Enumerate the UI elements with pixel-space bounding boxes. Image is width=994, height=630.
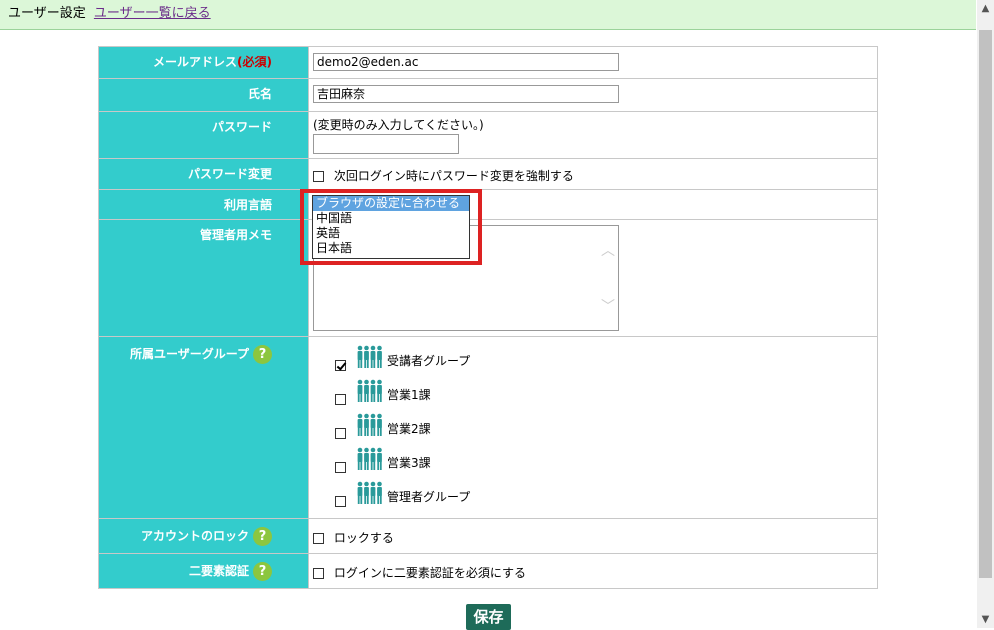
highlight-box bbox=[300, 189, 482, 265]
group-name: 受講者グループ bbox=[387, 354, 471, 368]
user-group-icon bbox=[357, 345, 383, 372]
two-factor-label: 二要素認証? bbox=[98, 553, 309, 589]
password-field[interactable] bbox=[313, 134, 459, 154]
email-field[interactable]: demo2@eden.ac bbox=[313, 53, 619, 71]
group-name: 管理者グループ bbox=[387, 490, 471, 504]
required-mark: (必須) bbox=[237, 55, 272, 69]
help-icon[interactable]: ? bbox=[253, 562, 272, 581]
scroll-up-arrow-icon[interactable]: ▲ bbox=[977, 0, 994, 17]
group-checkbox[interactable] bbox=[335, 462, 346, 473]
save-button[interactable]: 保存 bbox=[466, 604, 511, 630]
header-bar: ユーザー設定 ユーザー一覧に戻る bbox=[0, 0, 976, 30]
user-group-icon bbox=[357, 379, 383, 406]
email-label: メールアドレス(必須) bbox=[98, 46, 309, 79]
page-scrollbar[interactable]: ▲ ▼ bbox=[977, 0, 994, 628]
password-change-label: パスワード変更 bbox=[98, 158, 309, 190]
group-checkbox[interactable] bbox=[335, 428, 346, 439]
scroll-down-icon: ﹀ bbox=[601, 299, 615, 315]
scroll-down-arrow-icon[interactable]: ▼ bbox=[977, 611, 994, 628]
group-item: 管理者グループ bbox=[313, 481, 873, 515]
group-checkbox[interactable] bbox=[335, 496, 346, 507]
language-label: 利用言語 bbox=[98, 189, 309, 220]
account-lock-text: ロックする bbox=[333, 531, 394, 545]
memo-label: 管理者用メモ bbox=[98, 219, 309, 337]
group-name: 営業3課 bbox=[387, 456, 431, 470]
password-label: パスワード bbox=[98, 111, 309, 159]
help-icon[interactable]: ? bbox=[253, 345, 272, 364]
group-item: 営業1課 bbox=[313, 379, 873, 413]
user-settings-form: メールアドレス(必須) demo2@eden.ac 氏名 吉田麻奈 パスワード … bbox=[98, 46, 878, 589]
user-group-icon bbox=[357, 413, 383, 440]
page-title: ユーザー設定 bbox=[8, 6, 86, 21]
group-name: 営業2課 bbox=[387, 422, 431, 436]
groups-list: 受講者グループ 営業1課営業2課営業3課管理者グループ bbox=[308, 336, 878, 519]
back-to-user-list-link[interactable]: ユーザー一覧に戻る bbox=[94, 6, 211, 21]
name-label: 氏名 bbox=[98, 78, 309, 112]
password-hint: (変更時のみ入力してください。) bbox=[313, 118, 484, 132]
scroll-up-icon: ︿ bbox=[601, 243, 615, 259]
name-field[interactable]: 吉田麻奈 bbox=[313, 85, 619, 103]
account-lock-label: アカウントのロック? bbox=[98, 518, 309, 554]
account-lock-checkbox[interactable] bbox=[313, 533, 324, 544]
group-item: 営業3課 bbox=[313, 447, 873, 481]
two-factor-text: ログインに二要素認証を必須にする bbox=[333, 566, 526, 580]
group-checkbox[interactable] bbox=[335, 394, 346, 405]
user-group-icon bbox=[357, 481, 383, 508]
group-name: 営業1課 bbox=[387, 388, 431, 402]
group-item: 受講者グループ bbox=[313, 345, 873, 379]
user-group-icon bbox=[357, 447, 383, 474]
groups-label: 所属ユーザーグループ? bbox=[98, 336, 309, 519]
group-item: 営業2課 bbox=[313, 413, 873, 447]
group-checkbox[interactable] bbox=[335, 360, 346, 371]
force-password-change-text: 次回ログイン時にパスワード変更を強制する bbox=[333, 169, 574, 183]
two-factor-checkbox[interactable] bbox=[313, 568, 324, 579]
force-password-change-checkbox[interactable] bbox=[313, 171, 324, 182]
help-icon[interactable]: ? bbox=[253, 527, 272, 546]
scrollbar-thumb[interactable] bbox=[979, 30, 992, 578]
